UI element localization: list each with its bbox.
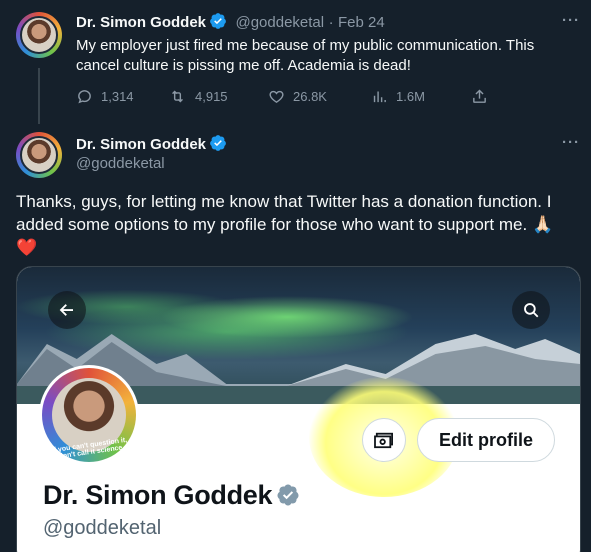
like-button[interactable]: 26.8K <box>268 88 371 105</box>
search-icon <box>524 303 539 318</box>
tweet-actions: 1,314 4,915 26.8K 1.6M <box>76 88 506 105</box>
profile-name-text: Dr. Simon Goddek <box>43 480 273 510</box>
share-button[interactable] <box>471 88 488 105</box>
tweet-header: Dr. Simon Goddek <box>76 134 227 157</box>
profile-handle: @goddeketal <box>43 517 162 539</box>
more-options-icon[interactable]: ··· <box>562 12 580 29</box>
like-count: 26.8K <box>293 89 327 104</box>
retweet-icon <box>172 90 183 103</box>
search-button[interactable] <box>512 291 550 329</box>
views-button[interactable]: 1.6M <box>371 88 471 105</box>
tweet-body: Thanks, guys, for letting me know that T… <box>16 192 554 234</box>
heart-icon <box>269 90 284 104</box>
verified-badge-icon <box>277 484 299 506</box>
author-name[interactable]: Dr. Simon Goddek <box>76 14 206 31</box>
verified-badge-icon <box>209 12 227 35</box>
avatar-photo <box>20 16 58 54</box>
avatar[interactable] <box>16 12 62 58</box>
author-name[interactable]: Dr. Simon Goddek <box>76 136 206 153</box>
retweet-button[interactable]: 4,915 <box>168 88 268 105</box>
tweet-header: Dr. Simon Goddek @goddeketal · Feb 24 <box>76 12 385 35</box>
share-icon <box>473 89 486 103</box>
profile-name: Dr. Simon Goddek <box>43 480 300 511</box>
heart-emoji-icon: ❤️ <box>16 238 38 257</box>
edit-profile-button[interactable]: Edit profile <box>417 418 555 462</box>
money-icon <box>374 432 393 449</box>
retweet-count: 4,915 <box>195 89 228 104</box>
embedded-image[interactable]: If you can't question it, don't call it … <box>16 266 581 552</box>
reply-count: 1,314 <box>101 89 134 104</box>
verified-badge-icon <box>209 134 227 157</box>
reply-icon <box>78 90 91 104</box>
author-handle[interactable]: @goddeketal <box>76 155 165 172</box>
avatar[interactable] <box>16 132 62 178</box>
more-options-icon[interactable]: ··· <box>562 134 580 151</box>
separator: · <box>328 14 334 31</box>
views-icon <box>373 91 386 103</box>
tweet-date[interactable]: Feb 24 <box>338 14 385 31</box>
arrow-left-icon <box>59 304 73 316</box>
tweet-text: Thanks, guys, for letting me know that T… <box>16 190 581 259</box>
back-button[interactable] <box>48 291 86 329</box>
views-count: 1.6M <box>396 89 425 104</box>
reply-button[interactable]: 1,314 <box>76 88 168 105</box>
author-handle[interactable]: @goddeketal <box>235 14 324 31</box>
thread-line <box>38 68 40 124</box>
avatar-photo <box>20 136 58 174</box>
tip-jar-button[interactable] <box>362 418 406 462</box>
tweet-text: My employer just fired me because of my … <box>76 37 535 74</box>
